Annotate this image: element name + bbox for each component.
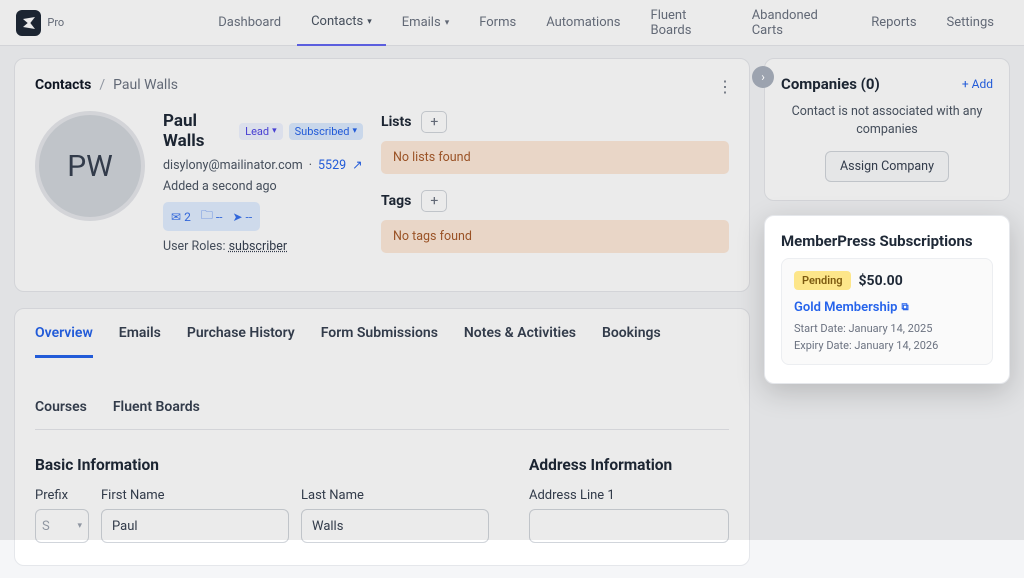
contact-email: disylony@mailinator.com (163, 158, 303, 173)
lead-pill[interactable]: Lead▾ (239, 123, 282, 140)
companies-empty: Contact is not associated with any compa… (781, 103, 993, 139)
subscription-expiry: Expiry Date: January 14, 2026 (794, 338, 980, 355)
subscription-price: $50.00 (859, 273, 903, 289)
chevron-down-icon: ▾ (367, 17, 372, 27)
nav-forms[interactable]: Forms (465, 0, 530, 46)
more-actions-button[interactable]: ⋮ (717, 77, 733, 96)
tab-purchase-history[interactable]: Purchase History (187, 309, 295, 357)
subscription-plan-link[interactable]: Gold Membership ⧉ (794, 300, 909, 315)
nav-fluent-boards[interactable]: Fluent Boards (637, 0, 736, 46)
nav-dashboard[interactable]: Dashboard (204, 0, 295, 46)
assign-company-button[interactable]: Assign Company (825, 151, 949, 182)
nav-abandoned-carts[interactable]: Abandoned Carts (738, 0, 856, 46)
tags-label: Tags (381, 193, 411, 209)
nav-reports[interactable]: Reports (857, 0, 930, 46)
contact-id[interactable]: 5529 (318, 158, 346, 173)
role-link[interactable]: subscriber (229, 239, 288, 254)
subscription-start: Start Date: January 14, 2025 (794, 321, 980, 338)
breadcrumb-leaf: Paul Walls (113, 77, 178, 93)
tab-overview[interactable]: Overview (35, 309, 93, 358)
first-name-input[interactable] (101, 509, 289, 543)
tags-empty: No tags found (381, 220, 729, 253)
prefix-label: Prefix (35, 488, 89, 503)
engagement-stats[interactable]: ✉2 🗀-- ➤-- (163, 202, 260, 231)
tab-fluent-boards[interactable]: Fluent Boards (113, 383, 200, 429)
mail-icon: ✉ (171, 210, 181, 224)
lists-label: Lists (381, 114, 411, 130)
top-nav: Pro Dashboard Contacts▾ Emails▾ Forms Au… (0, 0, 1024, 46)
breadcrumb-root[interactable]: Contacts (35, 77, 91, 93)
collapse-sidebar-button[interactable]: › (752, 66, 774, 88)
lists-empty: No lists found (381, 141, 729, 174)
contact-header-card: ⋮ Contacts / Paul Walls PW Paul Walls Le… (14, 58, 750, 292)
breadcrumb: Contacts / Paul Walls (35, 77, 729, 93)
nav-automations[interactable]: Automations (532, 0, 634, 46)
last-name-input[interactable] (301, 509, 489, 543)
memberpress-title: MemberPress Subscriptions (781, 232, 993, 250)
subscription-card: Pending $50.00 Gold Membership ⧉ Start D… (781, 258, 993, 365)
contact-name: Paul Walls (163, 111, 233, 151)
companies-title: Companies (0) (781, 75, 880, 93)
first-name-label: First Name (101, 488, 289, 503)
send-icon: ➤ (232, 210, 242, 224)
address1-input[interactable] (529, 509, 729, 543)
chevron-down-icon: ▾ (77, 521, 82, 531)
prefix-select[interactable]: S▾ (35, 509, 89, 543)
contact-tabs: Overview Emails Purchase History Form Su… (35, 309, 729, 430)
chevron-down-icon: ▾ (445, 18, 450, 28)
memberpress-panel: MemberPress Subscriptions Pending $50.00… (764, 215, 1010, 384)
contact-tabs-card: Overview Emails Purchase History Form Su… (14, 308, 750, 566)
external-link-icon: ⧉ (901, 302, 908, 313)
address-info-title: Address Information (529, 456, 729, 474)
external-link-icon[interactable]: ↗ (352, 157, 362, 173)
nav-contacts[interactable]: Contacts▾ (297, 0, 386, 46)
add-list-button[interactable]: + (421, 111, 447, 133)
nav-settings[interactable]: Settings (933, 0, 1008, 46)
nav-items: Dashboard Contacts▾ Emails▾ Forms Automa… (204, 0, 1008, 46)
tab-notes[interactable]: Notes & Activities (464, 309, 576, 357)
nav-emails[interactable]: Emails▾ (388, 0, 463, 46)
pro-badge: Pro (47, 16, 64, 29)
subscribed-pill[interactable]: Subscribed▾ (289, 123, 363, 140)
last-name-label: Last Name (301, 488, 489, 503)
add-company-link[interactable]: + Add (962, 77, 993, 91)
added-time: Added a second ago (163, 179, 363, 194)
folder-icon: 🗀 (201, 206, 213, 227)
tab-bookings[interactable]: Bookings (602, 309, 661, 357)
tab-courses[interactable]: Courses (35, 383, 87, 429)
basic-info-title: Basic Information (35, 456, 489, 474)
companies-panel: Companies (0) + Add Contact is not assoc… (764, 58, 1010, 201)
tab-emails[interactable]: Emails (119, 309, 161, 357)
add-tag-button[interactable]: + (421, 190, 447, 212)
avatar: PW (35, 111, 145, 221)
address1-label: Address Line 1 (529, 488, 729, 503)
app-logo[interactable] (16, 10, 41, 36)
roles-label: User Roles: (163, 239, 226, 254)
status-badge: Pending (794, 271, 851, 290)
tab-form-submissions[interactable]: Form Submissions (321, 309, 438, 357)
